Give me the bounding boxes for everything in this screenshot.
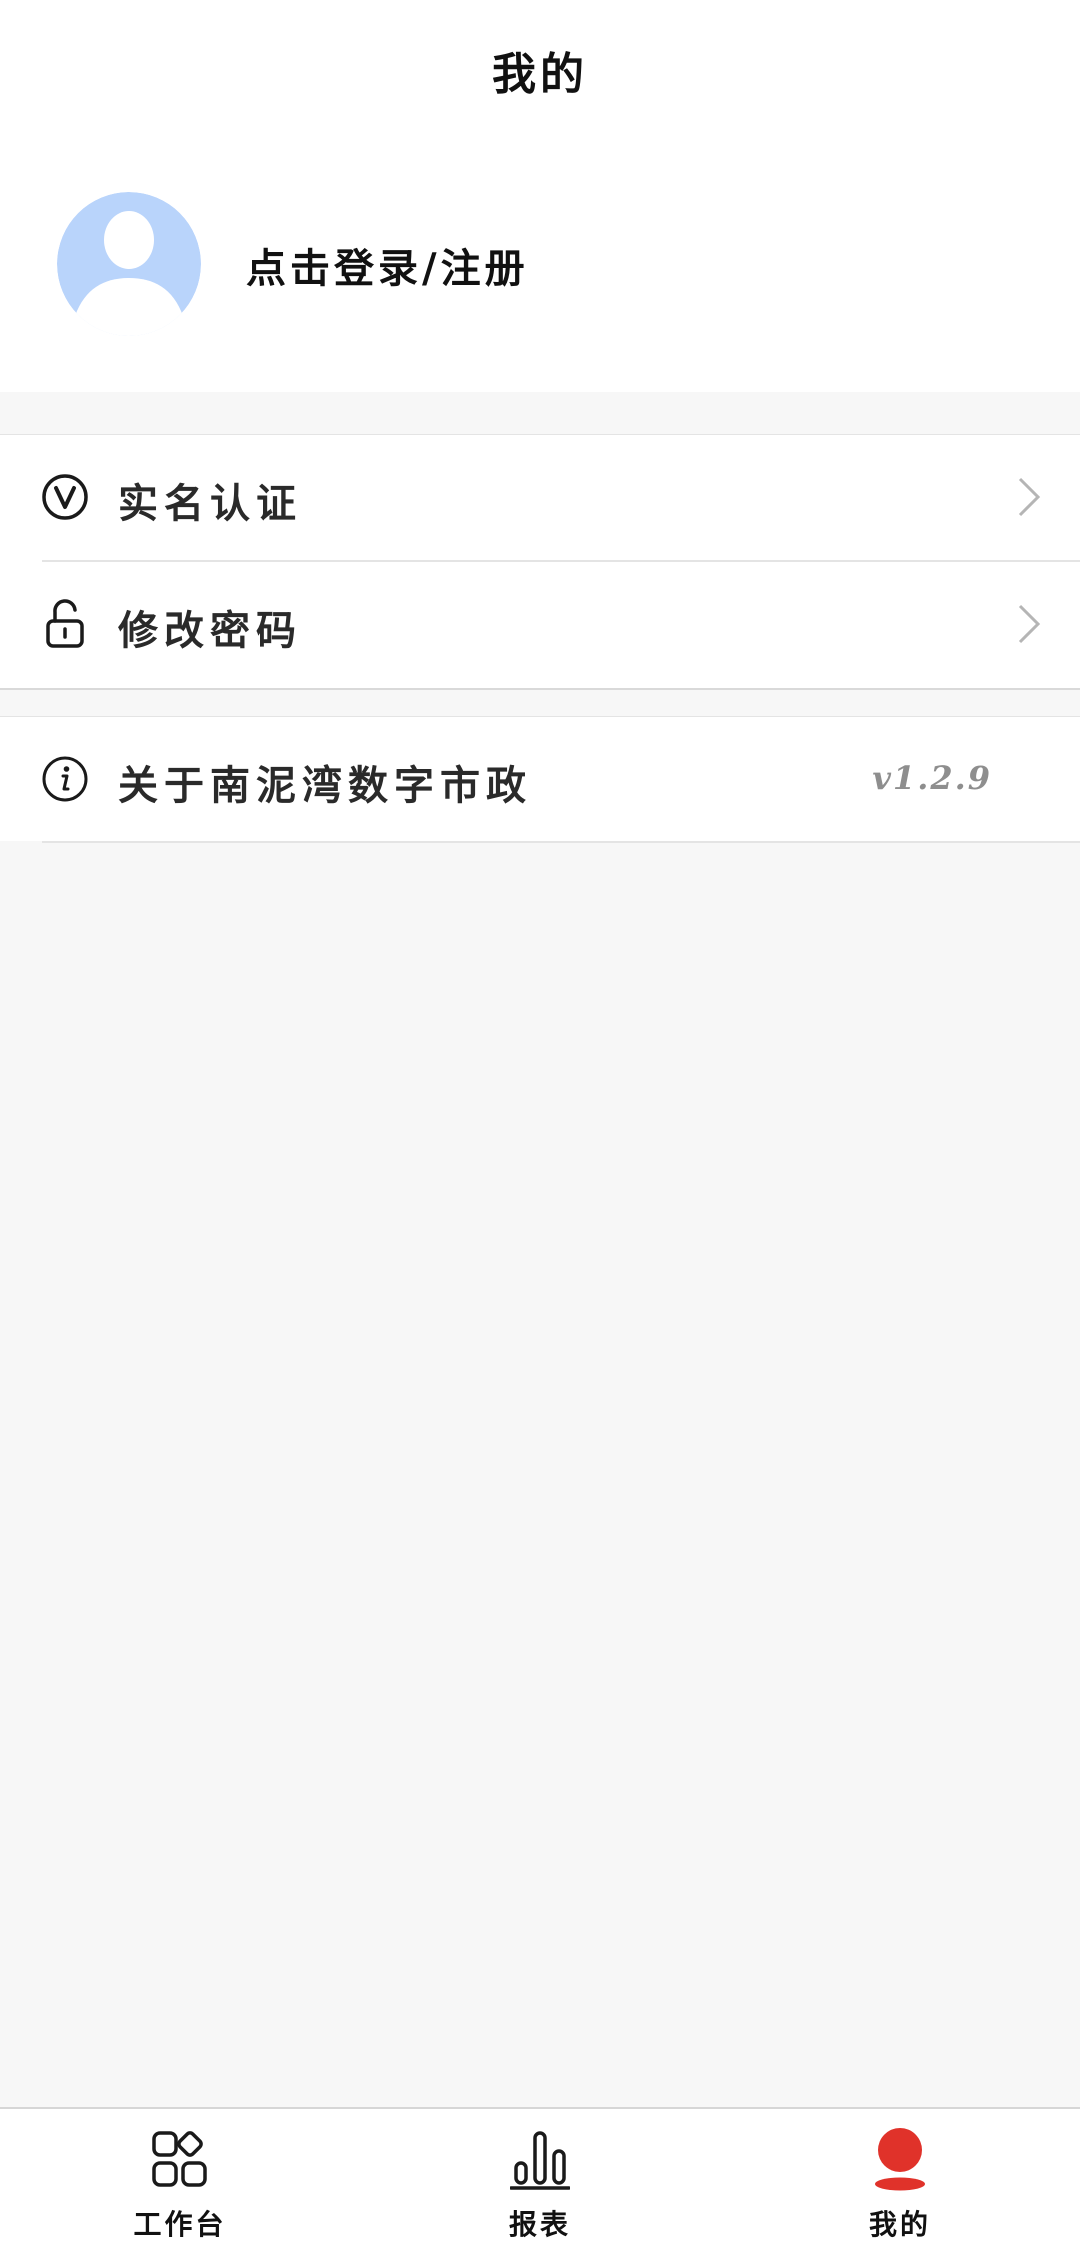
bottom-tab-bar: 工作台 报表 我的 xyxy=(0,2107,1080,2249)
top-bar: 我的 xyxy=(0,0,1080,140)
chevron-right-icon xyxy=(1018,604,1041,644)
login-register-link[interactable]: 点击登录/注册 xyxy=(246,236,529,294)
info-icon xyxy=(42,756,88,802)
change-password-row[interactable]: 修改密码 xyxy=(0,562,1080,686)
about-row[interactable]: 关于南泥湾数字市政 v1.2.9 xyxy=(0,717,1080,841)
avatar[interactable] xyxy=(57,192,201,336)
divider xyxy=(42,841,1080,843)
user-icon xyxy=(875,2128,925,2191)
page-title: 我的 xyxy=(492,49,588,100)
grid-apps-icon xyxy=(152,2131,207,2187)
about-group: 关于南泥湾数字市政 v1.2.9 xyxy=(0,716,1080,843)
real-name-auth-label: 实名认证 xyxy=(118,480,302,527)
account-settings-group: 实名认证 修改密码 xyxy=(0,434,1080,690)
change-password-label: 修改密码 xyxy=(118,607,302,654)
profile-section: 点击登录/注册 xyxy=(0,140,1080,392)
verified-v-icon xyxy=(42,474,88,520)
version-text: v1.2.9 xyxy=(872,759,992,797)
about-label: 关于南泥湾数字市政 xyxy=(118,762,532,809)
tab-report-label: 报表 xyxy=(508,2208,571,2241)
bar-chart-icon xyxy=(510,2131,570,2190)
tab-report[interactable]: 报表 xyxy=(360,2109,720,2249)
real-name-auth-row[interactable]: 实名认证 xyxy=(0,435,1080,559)
unlock-icon xyxy=(46,599,84,648)
tab-workbench[interactable]: 工作台 xyxy=(0,2109,360,2249)
tab-workbench-label: 工作台 xyxy=(133,2208,227,2241)
chevron-right-icon xyxy=(1018,477,1041,517)
tab-mine-label: 我的 xyxy=(868,2208,931,2241)
avatar-placeholder-icon xyxy=(57,192,201,336)
tab-mine[interactable]: 我的 xyxy=(720,2109,1080,2249)
